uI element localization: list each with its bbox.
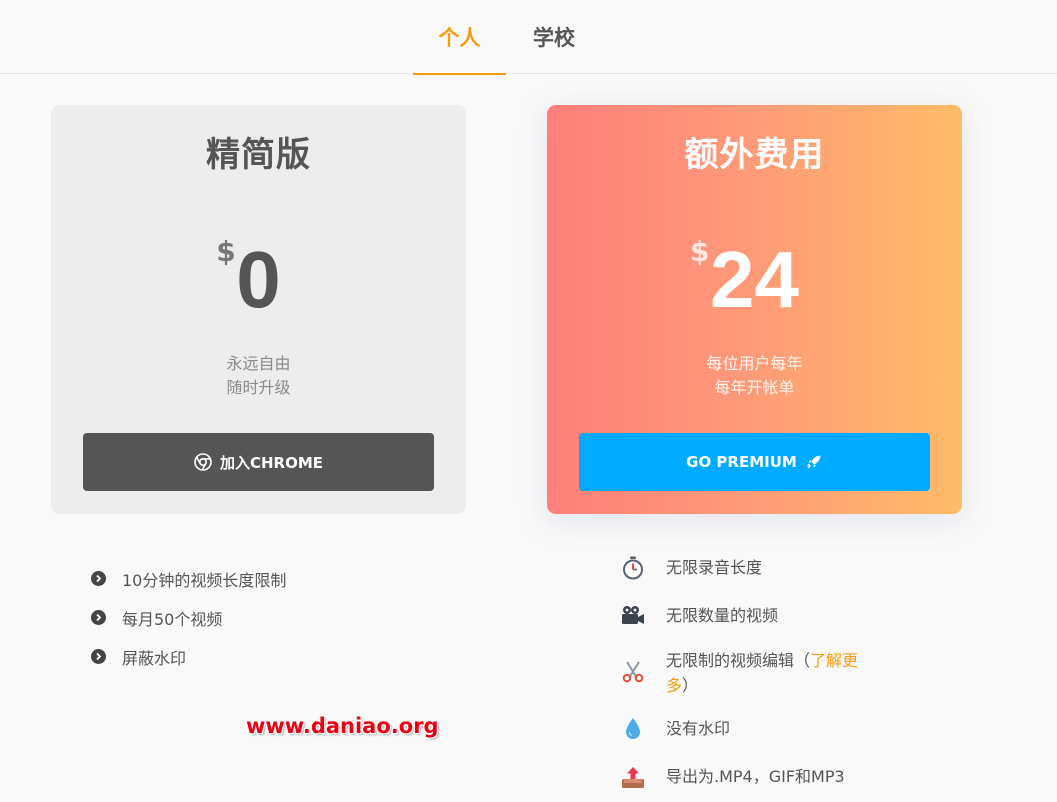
feature-text-part: 无限制的视频编辑（: [666, 651, 811, 670]
plan-tabs: 个人 学校: [0, 0, 1057, 75]
list-item: 每月50个视频: [91, 598, 286, 637]
currency-symbol: $: [690, 235, 710, 268]
feature-text: 没有水印: [666, 719, 731, 738]
plan-card-premium: 额外费用 $ 24 每位用户每年 每年开帐单 GO PREMIUM: [547, 105, 962, 514]
rocket-icon: [805, 453, 823, 471]
feature-text: 无限制的视频编辑（了解更多）: [666, 648, 880, 698]
tab-school[interactable]: 学校: [508, 0, 600, 74]
price-amount: 24: [710, 235, 799, 324]
list-item: 无限录音长度: [620, 555, 762, 581]
feature-text: 10分钟的视频长度限制: [122, 570, 287, 590]
tab-personal[interactable]: 个人: [413, 0, 506, 75]
button-label: GO PREMIUM: [686, 453, 797, 471]
watermark-text: www.daniao.org: [246, 714, 439, 738]
list-item: 无限数量的视频: [620, 603, 778, 629]
feature-text: 每月50个视频: [122, 609, 223, 629]
droplet-icon: [620, 716, 646, 742]
scissors-icon: [620, 658, 646, 684]
feature-text: 屏蔽水印: [122, 648, 187, 668]
plan-card-free: 精简版 $ 0 永远自由 随时升级 加入CHROME: [51, 105, 466, 514]
chevron-right-icon: [91, 571, 106, 586]
plan-subtitle: 每位用户每年 每年开帐单: [547, 352, 962, 400]
feature-text-part: ）: [682, 676, 699, 695]
plan-subtitle-line: 永远自由: [226, 354, 291, 373]
plan-title: 精简版: [206, 135, 311, 175]
list-item: 导出为.MP4，GIF和MP3: [620, 764, 845, 790]
currency-symbol: $: [216, 235, 236, 268]
plan-price: $ 0: [51, 235, 466, 325]
plan-title: 额外费用: [684, 135, 825, 175]
plan-price: $ 24: [547, 235, 962, 325]
chevron-right-icon: [91, 649, 106, 664]
list-item: 10分钟的视频长度限制: [91, 559, 286, 598]
plan-subtitle-line: 随时升级: [226, 378, 291, 397]
chrome-icon: [194, 453, 212, 471]
plan-subtitle-line: 每位用户每年: [706, 354, 803, 373]
price-amount: 0: [236, 235, 281, 324]
list-item: 无限制的视频编辑（了解更多）: [620, 648, 880, 698]
stopwatch-icon: [620, 555, 646, 581]
list-item: 没有水印: [620, 716, 730, 742]
export-icon: [620, 764, 646, 790]
feature-text: 无限录音长度: [666, 558, 763, 577]
button-label: 加入CHROME: [219, 453, 324, 472]
plan-subtitle: 永远自由 随时升级: [51, 352, 466, 400]
video-camera-icon: [620, 603, 646, 629]
go-premium-button[interactable]: GO PREMIUM: [579, 433, 930, 491]
feature-text: 导出为.MP4，GIF和MP3: [666, 767, 845, 786]
add-to-chrome-button[interactable]: 加入CHROME: [83, 433, 434, 491]
plan-subtitle-line: 每年开帐单: [714, 378, 795, 397]
free-feature-list: 10分钟的视频长度限制 每月50个视频 屏蔽水印: [91, 559, 286, 676]
chevron-right-icon: [91, 610, 106, 625]
list-item: 屏蔽水印: [91, 637, 286, 676]
feature-text: 无限数量的视频: [666, 606, 779, 625]
